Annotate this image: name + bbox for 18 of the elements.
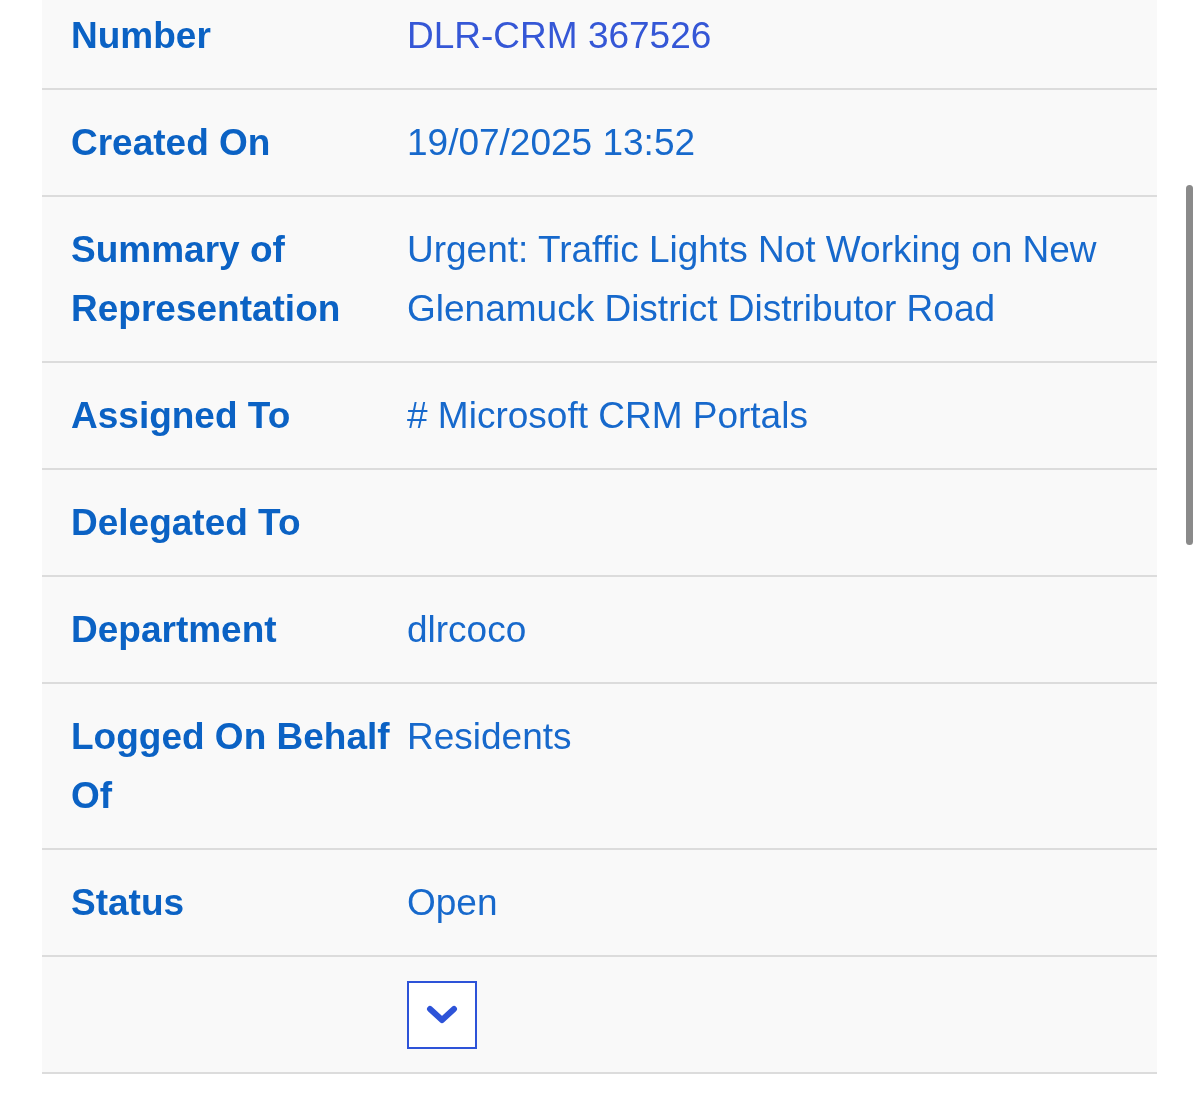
field-value: dlrcoco [407,608,528,652]
field-label: Department [71,608,278,652]
field-value: Residents [407,715,573,759]
field-label: Number [71,14,212,58]
field-value: # Microsoft CRM Portals [407,394,809,438]
field-label: Assigned To [71,394,292,438]
field-label: Summary of Representation [71,228,342,331]
field-value: Open [407,881,499,925]
field-label: Created On [71,121,272,165]
scrollbar[interactable] [1186,185,1193,545]
field-value: 19/07/2025 13:52 [407,121,697,165]
field-label: Status [71,881,186,925]
chevron-down-icon [426,1005,458,1025]
expand-button[interactable] [407,981,477,1049]
field-label: Delegated To [71,501,302,545]
field-value: Urgent: Traffic Lights Not Working on New Glenamuck District Distributor Road [407,228,1098,331]
field-label: Logged On Behalf Of [71,715,391,818]
case-number-link[interactable]: DLR-CRM 367526 [407,6,1132,65]
